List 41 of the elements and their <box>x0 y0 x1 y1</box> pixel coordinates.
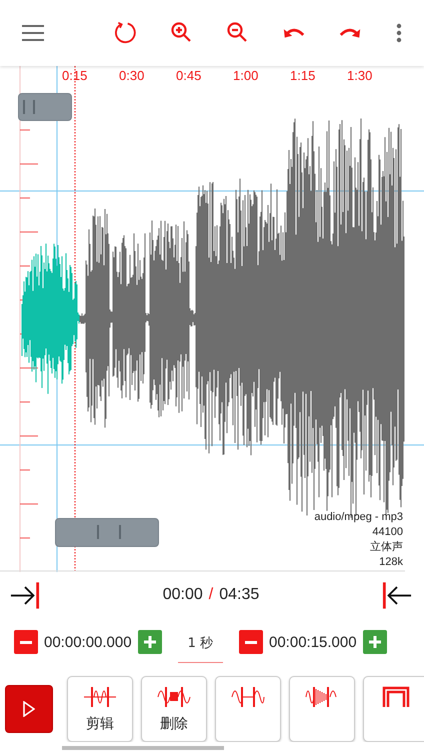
play-icon <box>23 701 35 717</box>
plus-icon <box>368 636 381 648</box>
decrease-button[interactable] <box>239 630 263 654</box>
plus-icon <box>144 636 156 648</box>
time-separator: / <box>208 586 214 604</box>
time-label: 1:15 <box>290 68 316 83</box>
set-end-icon[interactable] <box>382 582 412 608</box>
time-label: 1:00 <box>233 68 260 83</box>
menu-icon[interactable] <box>22 25 44 41</box>
more-icon[interactable] <box>396 23 402 43</box>
time-label: 0:15 <box>62 68 88 83</box>
file-info: audio/mpeg - mp3 <box>314 510 403 525</box>
end-time: 00:00:15.000 <box>269 634 357 650</box>
increase-button[interactable] <box>362 630 387 654</box>
start-time: 00:00:00.000 <box>44 634 132 650</box>
scroll-handle[interactable] <box>55 518 159 547</box>
minus-icon <box>20 640 32 644</box>
play-button[interactable] <box>5 685 53 733</box>
file-info: 44100 <box>371 525 403 540</box>
total-time: 04:35 <box>219 586 260 604</box>
tool-button[interactable]: 删除 <box>141 676 207 742</box>
time-label: 1:30 <box>347 68 374 83</box>
tool-button[interactable]: 剪辑 <box>67 676 133 742</box>
file-info: 立体声 <box>369 540 403 555</box>
tool-button[interactable] <box>363 676 424 742</box>
trim-icon <box>82 685 118 709</box>
scroll-handle[interactable] <box>18 93 72 121</box>
delete-icon <box>156 685 192 709</box>
silence-icon <box>230 685 266 709</box>
increase-button[interactable] <box>138 630 162 654</box>
set-start-icon[interactable] <box>10 582 40 608</box>
current-time: 00:00 <box>162 586 203 604</box>
tool-button[interactable] <box>289 676 355 742</box>
reload-icon[interactable] <box>114 21 138 45</box>
tool-button[interactable] <box>215 676 281 742</box>
decrease-button[interactable] <box>14 630 38 654</box>
time-label: 0:30 <box>119 68 146 83</box>
time-label: 0:45 <box>176 68 202 83</box>
step-selector[interactable]: 1 秒 <box>178 630 223 662</box>
file-info: 128k <box>378 555 403 570</box>
minus-icon <box>245 640 257 644</box>
